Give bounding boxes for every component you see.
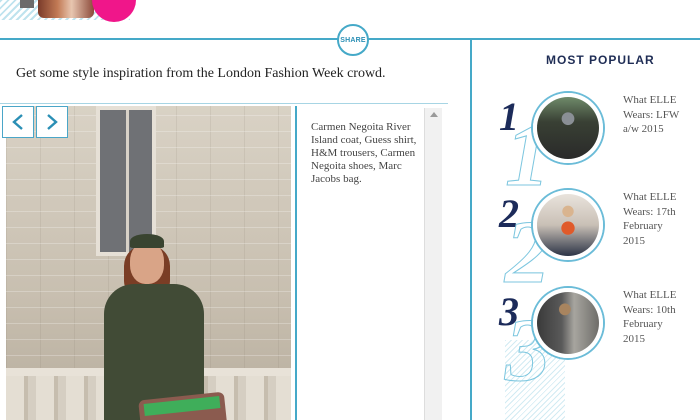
- popular-item-title[interactable]: What ELLE Wears: 10th February 2015: [623, 288, 685, 346]
- most-popular-heading: MOST POPULAR: [546, 53, 655, 67]
- gallery-photo[interactable]: [6, 106, 291, 420]
- share-button[interactable]: SHARE: [337, 24, 369, 56]
- rank-number: 1: [499, 94, 519, 139]
- popular-thumbnail[interactable]: [533, 288, 603, 358]
- column-divider: [470, 38, 472, 420]
- photo-face: [130, 242, 164, 284]
- share-button-label: SHARE: [340, 36, 366, 44]
- photo-hat: [130, 234, 164, 248]
- photo-caption: Carmen Negoita River Island coat, Guess …: [311, 121, 417, 185]
- thumbnail-image: [537, 292, 599, 354]
- popular-thumbnail[interactable]: [533, 93, 603, 163]
- thumbnail-image: [537, 97, 599, 159]
- rank-number: 3: [499, 289, 519, 334]
- chevron-right-icon: [47, 114, 58, 130]
- thumbnail-image: [537, 194, 599, 256]
- thumbnail-image[interactable]: [20, 0, 34, 8]
- rank-number: 2: [499, 191, 519, 236]
- chevron-left-icon: [12, 114, 23, 130]
- popular-thumbnail[interactable]: [533, 190, 603, 260]
- caption-scrollbar[interactable]: [424, 108, 442, 420]
- thumbnail-image[interactable]: [38, 0, 94, 18]
- popular-item-title[interactable]: What ELLE Wears: LFW a/w 2015: [623, 93, 685, 137]
- most-popular-item[interactable]: 2 2 What ELLE Wears: 17th February 2015: [495, 190, 685, 298]
- gallery-next-button[interactable]: [36, 106, 68, 138]
- gallery-prev-button[interactable]: [2, 106, 34, 138]
- most-popular-item[interactable]: 3 3 What ELLE Wears: 10th February 2015: [495, 288, 685, 396]
- most-popular-item[interactable]: 1 1 What ELLE Wears: LFW a/w 2015: [495, 93, 685, 201]
- article-intro: Get some style inspiration from the Lond…: [16, 66, 386, 81]
- scroll-up-arrow-icon[interactable]: [425, 112, 443, 122]
- popular-item-title[interactable]: What ELLE Wears: 17th February 2015: [623, 190, 685, 248]
